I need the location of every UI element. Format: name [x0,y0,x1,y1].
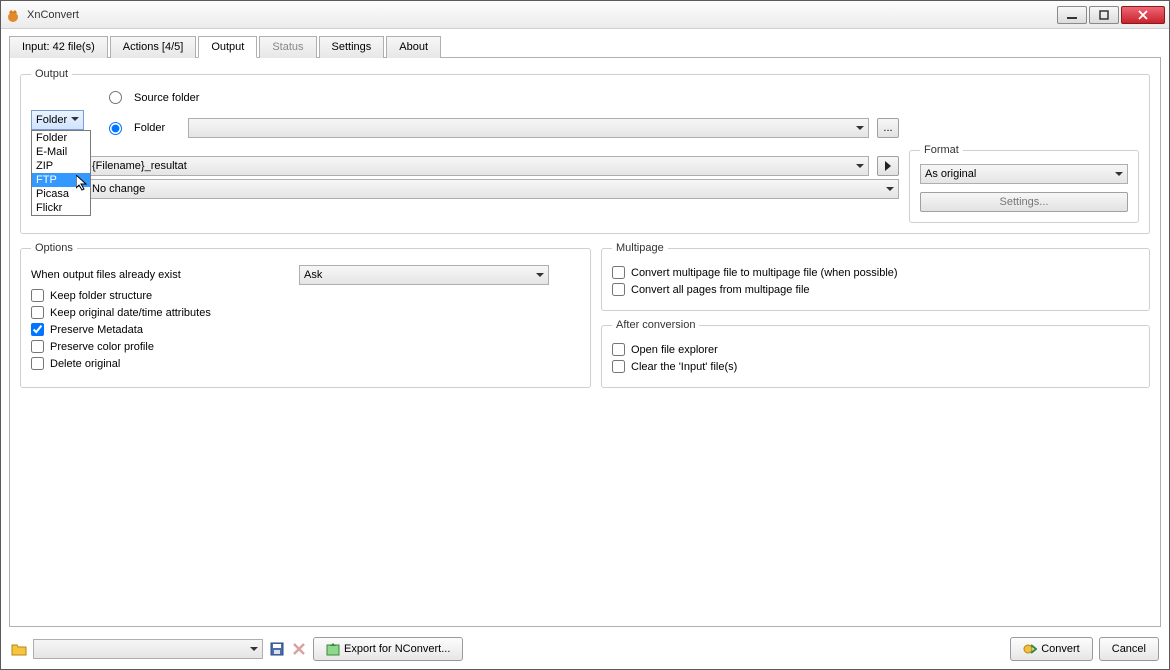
preset-select[interactable] [33,639,263,659]
filename-pattern-combo[interactable]: {Filename}_resultat [87,156,869,176]
bottom-toolbar: Export for NConvert... Convert Cancel [1,635,1169,669]
dest-option-zip[interactable]: ZIP [32,159,90,173]
case-select[interactable]: No change [87,179,899,199]
dest-option-email[interactable]: E-Mail [32,145,90,159]
clear-input-checkbox[interactable] [612,360,625,373]
preserve-color-checkbox[interactable] [31,340,44,353]
format-settings-button[interactable]: Settings... [920,192,1128,212]
export-icon [326,642,340,656]
keep-folder-label: Keep folder structure [50,290,152,302]
after-conversion-group: After conversion Open file explorer Clea… [601,319,1150,388]
keep-date-label: Keep original date/time attributes [50,307,211,319]
folder-path-combo[interactable] [188,118,869,138]
multipage-all-pages-label: Convert all pages from multipage file [631,284,810,296]
preserve-meta-label: Preserve Metadata [50,324,143,336]
open-preset-icon[interactable] [11,641,27,657]
open-explorer-checkbox[interactable] [612,343,625,356]
titlebar: XnConvert [1,1,1169,29]
source-folder-radio[interactable] [109,91,122,104]
open-explorer-label: Open file explorer [631,344,718,356]
options-group: Options When output files already exist … [20,242,591,388]
after-legend: After conversion [612,319,699,331]
chevron-down-icon [856,126,864,134]
multipage-all-pages-checkbox[interactable] [612,283,625,296]
tab-about[interactable]: About [386,36,441,58]
save-preset-icon[interactable] [269,641,285,657]
dest-option-ftp[interactable]: FTP [32,173,90,187]
keep-date-checkbox[interactable] [31,306,44,319]
chevron-down-icon [250,647,258,655]
app-icon [5,7,21,23]
minimize-button[interactable] [1057,6,1087,24]
source-folder-label: Source folder [134,92,199,104]
delete-original-label: Delete original [50,358,120,370]
close-button[interactable] [1121,6,1165,24]
tab-input[interactable]: Input: 42 file(s) [9,36,108,58]
dest-option-folder[interactable]: Folder [32,131,90,145]
tab-output[interactable]: Output [198,36,257,58]
dest-option-flickr[interactable]: Flickr [32,201,90,215]
multipage-to-multipage-checkbox[interactable] [612,266,625,279]
app-window: XnConvert Input: 42 file(s) Actions [4/5… [0,0,1170,670]
tab-content: Output Folder Folder E-Mail ZIP [9,58,1161,627]
output-group: Output Folder Folder E-Mail ZIP [20,68,1150,234]
export-nconvert-button[interactable]: Export for NConvert... [313,637,463,661]
cancel-button[interactable]: Cancel [1099,637,1159,661]
format-group: Format As original Settings... [909,144,1139,223]
clear-input-label: Clear the 'Input' file(s) [631,361,737,373]
exist-action-select[interactable]: Ask [299,265,549,285]
format-select[interactable]: As original [920,164,1128,184]
chevron-down-icon [856,164,864,172]
chevron-down-icon [71,117,79,125]
convert-icon [1023,642,1037,656]
dest-option-picasa[interactable]: Picasa [32,187,90,201]
filename-vars-button[interactable] [877,156,899,176]
preserve-meta-checkbox[interactable] [31,323,44,336]
destination-dropdown[interactable]: Folder Folder E-Mail ZIP FTP [31,110,84,130]
folder-radio[interactable] [109,122,122,135]
keep-folder-checkbox[interactable] [31,289,44,302]
tab-actions[interactable]: Actions [4/5] [110,36,197,58]
main-tabs: Input: 42 file(s) Actions [4/5] Output S… [9,35,1161,58]
output-legend: Output [31,68,72,80]
multipage-to-multipage-label: Convert multipage file to multipage file… [631,267,898,279]
tab-settings[interactable]: Settings [319,36,385,58]
folder-label: Folder [134,122,180,134]
maximize-button[interactable] [1089,6,1119,24]
convert-button[interactable]: Convert [1010,637,1093,661]
delete-original-checkbox[interactable] [31,357,44,370]
multipage-group: Multipage Convert multipage file to mult… [601,242,1150,311]
tab-status[interactable]: Status [259,36,316,58]
options-legend: Options [31,242,77,254]
browse-folder-button[interactable]: ... [877,118,899,138]
delete-preset-icon[interactable] [291,641,307,657]
chevron-down-icon [886,187,894,195]
chevron-down-icon [536,273,544,281]
destination-dropdown-list: Folder E-Mail ZIP FTP Picasa Flickr [31,130,91,216]
destination-selected: Folder [36,114,67,126]
exist-label: When output files already exist [31,269,291,281]
format-legend: Format [920,144,963,156]
window-title: XnConvert [27,9,1057,21]
play-icon [884,161,892,171]
chevron-down-icon [1115,172,1123,180]
multipage-legend: Multipage [612,242,668,254]
preserve-color-label: Preserve color profile [50,341,154,353]
